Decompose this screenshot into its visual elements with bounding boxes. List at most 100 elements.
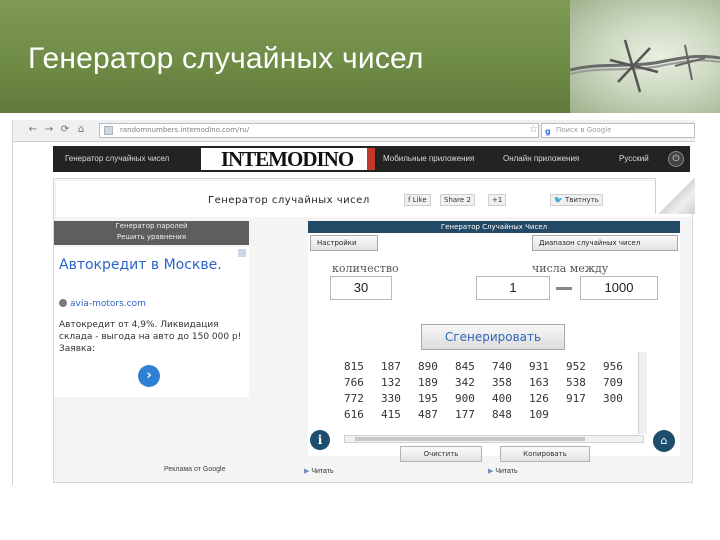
generator-panel: Генератор Случайных Чисел Настройки Диап… xyxy=(308,221,680,462)
ad-link-password-generator[interactable]: Генератор паролей xyxy=(54,221,249,232)
result-number: 740 xyxy=(492,360,512,373)
scrollbar-thumb[interactable] xyxy=(355,437,585,441)
ad-domain-icon xyxy=(59,299,67,307)
site-navigation: Генератор случайных чисел INTEMODINO Моб… xyxy=(53,146,690,172)
result-number: 815 xyxy=(344,360,364,373)
count-input[interactable]: 30 xyxy=(330,276,392,300)
range-max-input[interactable]: 1000 xyxy=(580,276,658,300)
ad-title[interactable]: Автокредит в Москве. xyxy=(59,257,244,274)
settings-button[interactable]: Настройки xyxy=(310,235,378,251)
facebook-like-button[interactable]: f Like xyxy=(404,194,431,206)
count-label: количество xyxy=(332,262,399,275)
browser-window: ← → ⟳ ⌂ randomnumbers.intemodino.com/ru/… xyxy=(12,120,695,485)
result-number: 952 xyxy=(566,360,586,373)
site-favicon xyxy=(104,126,113,135)
result-number: 766 xyxy=(344,376,364,389)
results-horizontal-scrollbar[interactable] xyxy=(344,435,644,443)
card-title-bar: Генератор случайных чисел f Like Share 2… xyxy=(56,181,692,217)
barbed-wire-photo xyxy=(570,0,720,113)
ad-footer[interactable]: Реклама от Google xyxy=(164,466,226,473)
page-curl xyxy=(655,178,695,214)
result-number: 163 xyxy=(529,376,549,389)
result-number: 709 xyxy=(603,376,623,389)
read-more-link-right[interactable]: ▶ Читать xyxy=(488,467,518,475)
result-row: 616 415 487 177 848 109 xyxy=(344,408,644,424)
result-number: 415 xyxy=(381,408,401,421)
result-number: 358 xyxy=(492,376,512,389)
address-bar[interactable]: randomnumbers.intemodino.com/ru/ xyxy=(99,123,539,138)
result-number: 177 xyxy=(455,408,475,421)
result-number: 400 xyxy=(492,392,512,405)
tweet-button[interactable]: 🐦 Твитнуть xyxy=(550,194,603,206)
clear-button[interactable]: Очистить xyxy=(400,446,482,462)
result-number: 126 xyxy=(529,392,549,405)
result-number: 848 xyxy=(492,408,512,421)
search-placeholder: Поиск в Google xyxy=(556,126,612,134)
ad-links-block: Генератор паролей Решить уравнения xyxy=(54,221,249,245)
mode-select[interactable]: Диапазон случайных чисел xyxy=(532,235,678,251)
result-number: 890 xyxy=(418,360,438,373)
ad-choices-icon[interactable] xyxy=(238,249,246,257)
slide: Генератор случайных чисел ← → ⟳ ⌂ random… xyxy=(0,0,720,540)
results-area[interactable]: 815 187 890 845 740 931 952 956 766 132 189 342 358 1… xyxy=(344,352,648,437)
result-number: 538 xyxy=(566,376,586,389)
nav-item-online-apps[interactable]: Онлайн приложения xyxy=(503,154,579,163)
result-row: 772 330 195 900 400 126 917 300 xyxy=(344,392,644,408)
range-label: числа между xyxy=(532,262,609,275)
power-icon[interactable]: ⏻ xyxy=(668,151,684,167)
result-number: 956 xyxy=(603,360,623,373)
ad-arrow-icon[interactable]: › xyxy=(138,365,160,387)
result-number: 342 xyxy=(455,376,475,389)
result-number: 845 xyxy=(455,360,475,373)
slide-title: Генератор случайных чисел xyxy=(28,42,424,75)
nav-item-language[interactable]: Русский xyxy=(619,154,649,163)
back-icon[interactable]: ← xyxy=(27,124,39,136)
search-bar[interactable]: g Поиск в Google xyxy=(541,123,695,138)
result-number: 772 xyxy=(344,392,364,405)
info-icon[interactable]: i xyxy=(310,430,330,450)
share-button[interactable]: Share 2 xyxy=(440,194,475,206)
title-band: Генератор случайных чисел xyxy=(0,0,570,113)
bookmark-star-icon[interactable]: ☆ xyxy=(529,124,538,135)
result-row: 815 187 890 845 740 931 952 956 xyxy=(344,360,644,376)
page-title: Генератор случайных чисел xyxy=(208,195,370,206)
result-number: 917 xyxy=(566,392,586,405)
result-number: 195 xyxy=(418,392,438,405)
ad-link-equation-solver[interactable]: Решить уравнения xyxy=(54,232,249,243)
site-logo[interactable]: INTEMODINO xyxy=(201,148,373,170)
browser-toolbar: ← → ⟳ ⌂ randomnumbers.intemodino.com/ru/… xyxy=(13,120,695,142)
read-more-link-left[interactable]: ▶ Читать xyxy=(304,467,334,475)
result-number: 109 xyxy=(529,408,549,421)
home-icon[interactable]: ⌂ xyxy=(653,430,675,452)
home-icon[interactable]: ⌂ xyxy=(75,124,87,136)
result-number: 900 xyxy=(455,392,475,405)
generate-button[interactable]: Сгенерировать xyxy=(421,324,565,350)
nav-item-generator[interactable]: Генератор случайных чисел xyxy=(65,154,169,163)
range-dash xyxy=(556,287,572,290)
result-number: 616 xyxy=(344,408,364,421)
barbed-wire-image xyxy=(570,39,720,93)
result-number: 330 xyxy=(381,392,401,405)
gplus-button[interactable]: +1 xyxy=(488,194,507,206)
ad-domain[interactable]: avia-motors.com xyxy=(59,299,146,309)
copy-button[interactable]: Копировать xyxy=(500,446,590,462)
range-min-input[interactable]: 1 xyxy=(476,276,550,300)
result-number: 487 xyxy=(418,408,438,421)
forward-icon[interactable]: → xyxy=(43,124,55,136)
advertisement[interactable]: Автокредит в Москве. avia-motors.com Авт… xyxy=(54,247,249,397)
ad-body-text: Автокредит от 4,9%. Ликвидация склада - … xyxy=(59,320,242,354)
result-number: 931 xyxy=(529,360,549,373)
result-number: 187 xyxy=(381,360,401,373)
generator-header: Генератор Случайных Чисел xyxy=(308,221,680,233)
result-number: 132 xyxy=(381,376,401,389)
reload-icon[interactable]: ⟳ xyxy=(59,124,71,136)
results-vertical-scrollbar[interactable] xyxy=(638,352,647,434)
google-icon: g xyxy=(545,127,551,136)
url-text: randomnumbers.intemodino.com/ru/ xyxy=(120,126,250,134)
result-number: 300 xyxy=(603,392,623,405)
content-card: Генератор случайных чисел f Like Share 2… xyxy=(53,178,693,483)
nav-item-mobile-apps[interactable]: Мобильные приложения xyxy=(383,154,474,163)
result-row: 766 132 189 342 358 163 538 709 xyxy=(344,376,644,392)
result-number: 189 xyxy=(418,376,438,389)
logo-accent xyxy=(367,148,375,170)
